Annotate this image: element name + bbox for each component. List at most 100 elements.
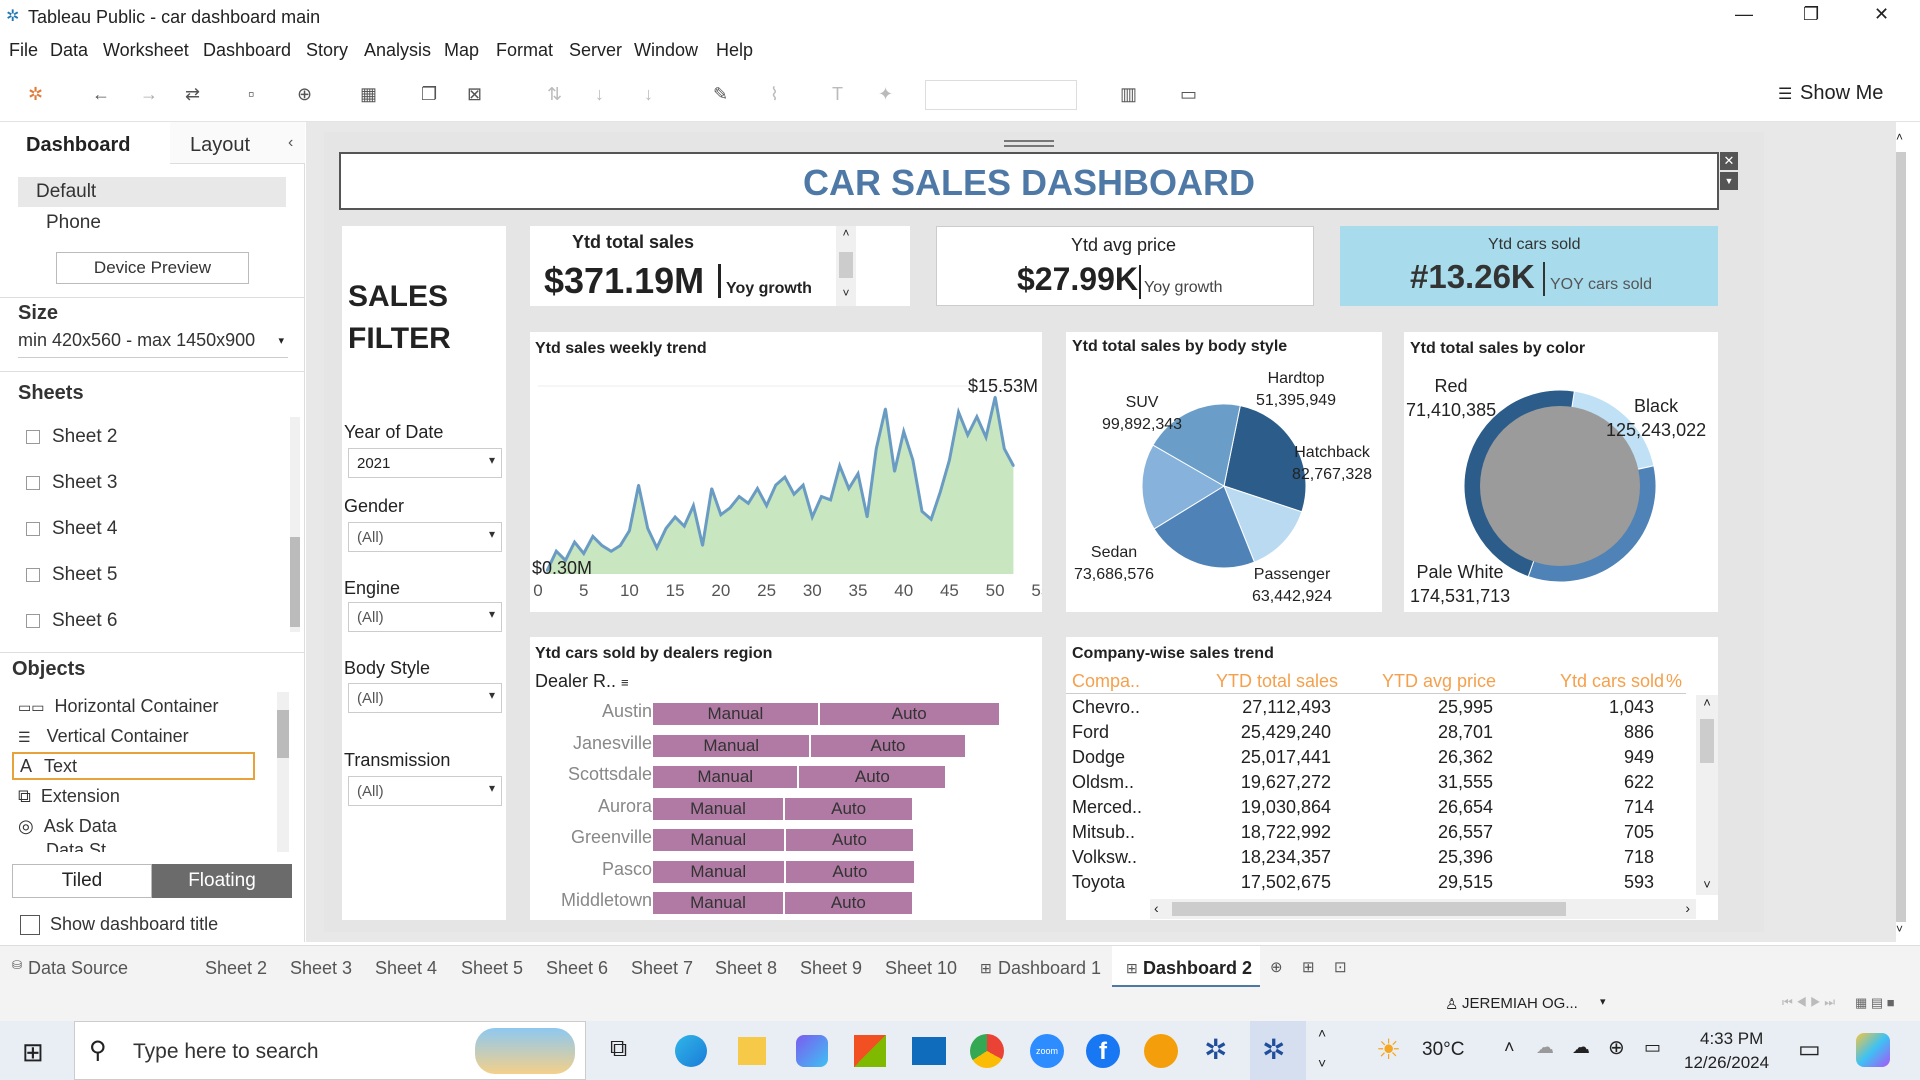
replace-data-icon[interactable]: ⇄ [185,84,200,105]
table-row[interactable]: Volksw.. 18,234,357 25,396 718 [1066,845,1686,870]
bar-manual[interactable]: Manual [653,766,798,788]
transmission-filter-select[interactable]: (All) ▾ [348,776,502,806]
tab-sheet-9[interactable]: Sheet 9 [800,958,862,979]
show-title-checkbox[interactable] [20,915,40,935]
chevron-up-icon[interactable]: ˄ [1504,1037,1515,1058]
store-icon[interactable] [854,1035,886,1067]
highlight-icon[interactable]: ✎ [713,84,728,105]
chevron-up-icon[interactable]: ˄ [836,226,856,240]
copilot-pre-icon[interactable] [1856,1033,1890,1067]
undo-icon[interactable]: ← [92,84,110,105]
taskbar-search-box[interactable]: ⚲ Type here to search [74,1021,586,1080]
objects-scrollbar[interactable] [277,692,289,852]
tab-data-source[interactable]: Data Source [28,958,128,979]
mail-icon[interactable] [912,1037,946,1065]
device-preview-button[interactable]: Device Preview [56,252,249,284]
year-filter-select[interactable]: 2021 ▾ [348,448,502,478]
tab-layout[interactable]: Layout ‹ [170,122,305,164]
object-ask-data[interactable]: ◎ Ask Data [18,816,117,837]
new-data-source-icon[interactable]: ⊕ [297,84,312,105]
chevron-up-icon[interactable]: ˄ [1318,1025,1326,1041]
tab-sheet-7[interactable]: Sheet 7 [631,958,693,979]
menu-map[interactable]: Map [444,40,479,61]
table-row[interactable]: Dodge 25,017,441 26,362 949 [1066,745,1686,770]
pin-icon[interactable]: ✦ [878,84,893,105]
floating-button[interactable]: Floating [152,864,292,898]
tab-sheet-5[interactable]: Sheet 5 [461,958,523,979]
view-mode-icon[interactable]: ▦ ▤ ■ [1855,995,1895,1011]
chevron-down-icon[interactable]: ˅ [1896,922,1903,936]
show-me-icon[interactable]: ☰ [1778,84,1792,104]
zoom-icon[interactable]: zoom [1030,1034,1064,1068]
tableau-home-icon[interactable]: ✲ [28,84,43,105]
drag-handle-icon[interactable] [1004,140,1054,147]
bar-auto[interactable]: Auto [783,860,915,883]
scroll-thumb[interactable] [1700,719,1714,763]
table-row[interactable]: Merced.. 19,030,864 26,654 714 [1066,795,1686,820]
tableau-active-taskbar[interactable]: ✲ [1250,1021,1306,1080]
object-horizontal-container[interactable]: ▭▭ Horizontal Container [18,696,219,717]
sheet-item[interactable]: Sheet 6 [26,610,118,632]
weekly-trend-chart[interactable]: 0 5 10 15 20 25 30 35 40 45 50 55 [530,332,1042,612]
scroll-thumb[interactable] [839,252,853,278]
table-row[interactable]: Chevro.. 27,112,493 25,995 1,043 [1066,695,1686,720]
sheet-item[interactable]: Sheet 3 [26,472,118,494]
header-total-sales[interactable]: YTD total sales [1216,671,1338,692]
header-cars-sold[interactable]: Ytd cars sold [1560,671,1664,692]
size-select[interactable]: min 420x560 - max 1450x900 ▾ [18,330,288,358]
fit-select[interactable] [925,80,1077,110]
engine-filter-select[interactable]: (All) ▾ [348,602,502,632]
chevron-left-icon[interactable]: ‹ [1154,900,1159,916]
file-explorer-icon[interactable] [738,1037,766,1065]
header-avg-price[interactable]: YTD avg price [1382,671,1496,692]
close-object-button[interactable]: ✕ [1720,152,1738,170]
bar-auto[interactable]: Auto [782,892,912,914]
table-row[interactable]: Mitsub.. 18,722,992 26,557 705 [1066,820,1686,845]
tab-sheet-2[interactable]: Sheet 2 [205,958,267,979]
menu-file[interactable]: File [9,40,38,61]
body-style-filter-select[interactable]: (All) ▾ [348,683,502,713]
close-button[interactable]: ✕ [1874,4,1889,25]
network-icon[interactable]: ⊕ [1608,1035,1625,1060]
object-menu-button[interactable]: ▼ [1720,172,1738,190]
scroll-thumb[interactable] [290,537,300,627]
bar-auto[interactable]: Auto [797,766,946,788]
collapse-pane-icon[interactable]: ‹ [288,134,293,152]
scroll-thumb[interactable] [1896,152,1906,922]
table-row[interactable]: Toyota 17,502,675 29,515 593 [1066,870,1686,895]
sheet-navigation-icon[interactable]: ⏮ ◀ ▶ ⏭ [1782,995,1835,1010]
new-dashboard-tab-icon[interactable]: ⊞ [1302,958,1315,976]
bar-manual[interactable]: Manual [653,829,784,851]
chevron-right-icon[interactable]: › [1685,900,1690,916]
clock-time[interactable]: 4:33 PM [1700,1029,1763,1049]
menu-format[interactable]: Format [496,40,553,61]
sheet-item[interactable]: Sheet 4 [26,518,118,540]
onedrive-icon[interactable]: ☁ [1572,1037,1590,1058]
chevron-up-icon[interactable]: ˄ [1896,130,1903,144]
duplicate-icon[interactable]: ❐ [421,84,437,105]
tab-sheet-4[interactable]: Sheet 4 [375,958,437,979]
presentation-icon[interactable]: ▭ [1180,84,1197,105]
notifications-icon[interactable]: ▭ [1798,1035,1821,1064]
sheets-scrollbar[interactable] [290,417,300,632]
menu-data[interactable]: Data [50,40,88,61]
canvas-vscrollbar[interactable]: ˄ ˅ [1896,122,1908,942]
dealers-column-header[interactable]: Dealer R.. ≡ [535,671,629,692]
device-default[interactable]: Default [18,177,286,207]
app-icon[interactable] [1144,1034,1178,1068]
object-extension[interactable]: ⧉ Extension [18,786,120,807]
show-cards-icon[interactable]: ▥ [1120,84,1137,105]
chrome-icon[interactable] [970,1034,1004,1068]
header-company[interactable]: Compa.. [1072,671,1140,692]
scroll-thumb[interactable] [277,710,289,758]
facebook-icon[interactable]: f [1086,1034,1120,1068]
tab-sheet-8[interactable]: Sheet 8 [715,958,777,979]
table-hscrollbar[interactable]: ‹ › [1150,899,1696,919]
header-percent[interactable]: % [1666,671,1682,692]
tab-dashboard[interactable]: Dashboard [0,122,170,164]
object-vertical-container[interactable]: ☰ Vertical Container [18,726,189,747]
tab-dashboard-1[interactable]: Dashboard 1 [998,958,1101,979]
weather-icon[interactable]: ☀ [1376,1033,1401,1066]
sort-icon[interactable]: ≡ [621,675,629,690]
clock-date[interactable]: 12/26/2024 [1684,1053,1769,1073]
